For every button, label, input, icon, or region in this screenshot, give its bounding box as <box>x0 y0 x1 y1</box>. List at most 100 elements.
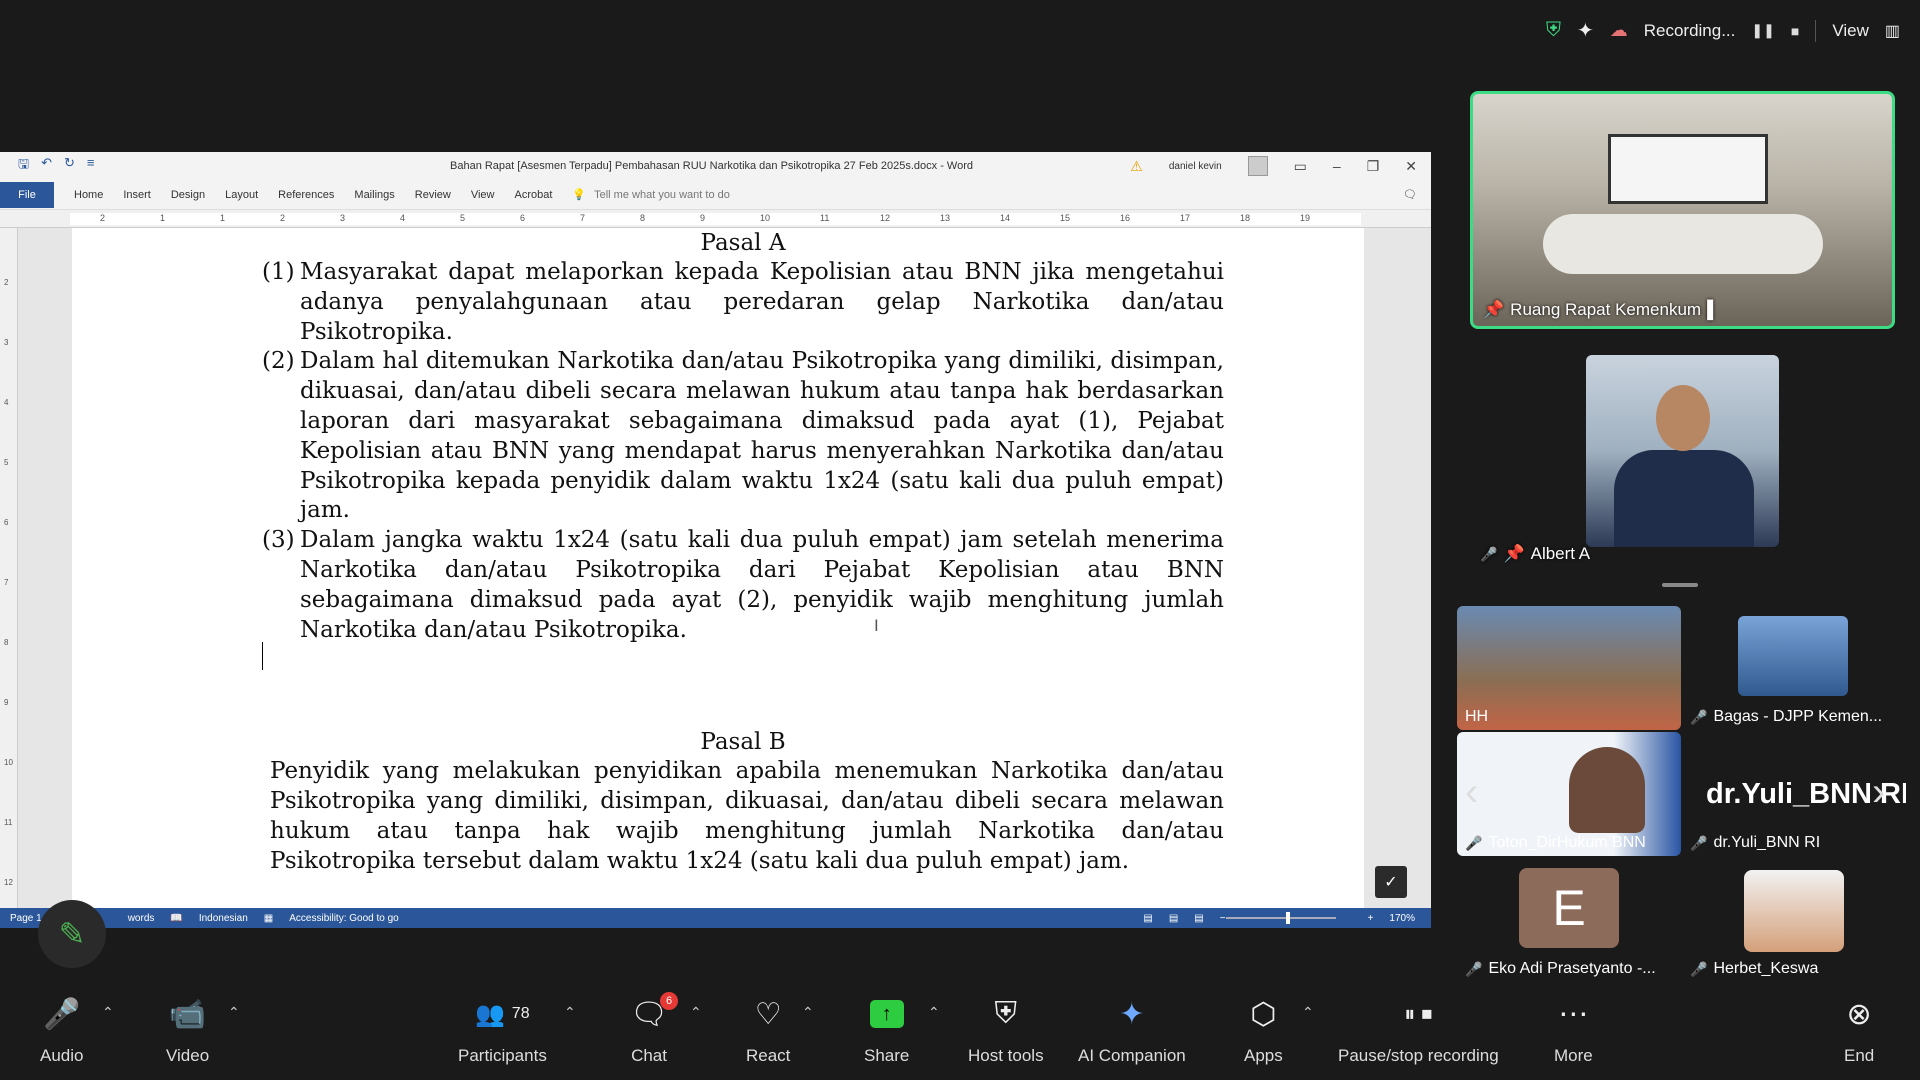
participants-button[interactable]: 👥 78 Participants <box>458 998 547 1066</box>
mic-muted-icon: 🎤 <box>43 997 81 1031</box>
document-page[interactable]: Pasal A (1) Masyarakat dapat melaporkan … <box>72 228 1364 908</box>
restore-icon[interactable]: ❐ <box>1367 158 1380 175</box>
tile-hh[interactable]: HH <box>1457 606 1681 730</box>
view-button[interactable]: View <box>1832 21 1869 41</box>
view-layout-icon[interactable]: ▥ <box>1885 21 1900 41</box>
tile-eko[interactable]: E 🎤 Eko Adi Prasetyanto -... <box>1457 858 1681 982</box>
vertical-ruler[interactable]: 2 3 4 5 6 7 8 9 10 11 12 <box>0 228 18 908</box>
ribbon-display-icon[interactable]: ▭ <box>1294 158 1307 175</box>
room-table <box>1543 214 1823 274</box>
ai-companion-button[interactable]: ✦ AI Companion <box>1078 998 1186 1066</box>
video-main-room[interactable]: 📌 Ruang Rapat Kemenkum ▌ <box>1470 91 1895 329</box>
share-label: Share <box>864 1046 910 1065</box>
document-area[interactable]: Pasal A (1) Masyarakat dapat melaporkan … <box>18 228 1431 908</box>
video-options-caret-icon[interactable]: ⌃ <box>228 1004 240 1021</box>
status-words[interactable]: words <box>128 913 155 924</box>
paragraph-text: Masyarakat dapat melaporkan kepada Kepol… <box>300 259 1224 345</box>
tab-design[interactable]: Design <box>161 189 215 201</box>
shield-icon[interactable]: ⛨ <box>1546 19 1561 42</box>
comments-icon[interactable]: 🗨 <box>1403 188 1417 201</box>
sparkle-icon[interactable]: ✦ <box>1577 18 1594 43</box>
chat-button[interactable]: 🗨 6 Chat <box>630 992 679 1066</box>
chat-icon: 🗨 6 <box>630 992 679 1031</box>
vruler-tick: 7 <box>4 578 9 587</box>
panel-resize-handle[interactable] <box>1662 583 1698 587</box>
annotate-pencil-icon[interactable]: ✎ <box>38 900 106 968</box>
pause-recording-icon[interactable]: ❚❚ <box>1751 22 1774 39</box>
print-layout-icon[interactable]: ▤ <box>1169 913 1178 924</box>
ruler-tick: 17 <box>1180 213 1191 223</box>
react-caret-icon[interactable]: ⌃ <box>802 1004 814 1021</box>
prev-page-arrow-icon[interactable]: ‹ <box>1465 770 1478 815</box>
status-accessibility[interactable]: Accessibility: Good to go <box>289 913 399 924</box>
document-title: Bahan Rapat [Asesmen Terpadu] Pembahasan… <box>450 160 973 172</box>
read-mode-icon[interactable]: ▤ <box>1143 913 1152 924</box>
tile-bagas[interactable]: 🎤 Bagas - DJPP Kemen... <box>1682 606 1906 730</box>
video-button[interactable]: 📹 Video <box>166 998 209 1066</box>
zoom-knob[interactable] <box>1285 912 1290 924</box>
minimize-icon[interactable]: – <box>1333 158 1341 174</box>
ruler-tick: 18 <box>1240 213 1251 223</box>
host-tools-button[interactable]: ⛨ Host tools <box>968 997 1044 1066</box>
paragraph-3: (3) Dalam jangka waktu 1x24 (satu kali d… <box>262 526 1224 645</box>
tile-herbet[interactable]: 🎤 Herbet_Keswa <box>1682 858 1906 982</box>
tab-insert[interactable]: Insert <box>113 189 161 201</box>
status-page[interactable]: Page 1 <box>10 913 42 924</box>
proofing-icon[interactable]: 📖 <box>170 913 182 924</box>
ruler-tick: 13 <box>940 213 951 223</box>
share-button[interactable]: ↑ Share <box>864 998 909 1066</box>
apps-caret-icon[interactable]: ⌃ <box>1302 1004 1314 1021</box>
warning-icon[interactable]: ⚠ <box>1130 158 1143 175</box>
ai-companion-label: AI Companion <box>1078 1046 1186 1065</box>
tab-home[interactable]: Home <box>64 189 113 201</box>
tab-acrobat[interactable]: Acrobat <box>505 189 563 201</box>
tab-layout[interactable]: Layout <box>215 189 268 201</box>
user-name[interactable]: daniel kevin <box>1169 161 1222 172</box>
more-button[interactable]: ⋯ More <box>1554 998 1593 1066</box>
undo-icon[interactable]: ↶ <box>41 155 52 177</box>
heading-pasal-b: Pasal B <box>700 729 786 756</box>
document-content[interactable]: Pasal A (1) Masyarakat dapat melaporkan … <box>262 228 1224 877</box>
stop-recording-icon[interactable]: ■ <box>1791 23 1799 39</box>
tab-references[interactable]: References <box>268 189 344 201</box>
status-language[interactable]: Indonesian <box>199 913 248 924</box>
user-avatar[interactable] <box>1247 156 1268 176</box>
vruler-tick: 9 <box>4 698 9 707</box>
web-layout-icon[interactable]: ▤ <box>1194 913 1203 924</box>
audio-button[interactable]: 🎤 Audio <box>40 998 83 1066</box>
next-page-arrow-icon[interactable]: › <box>1872 770 1885 815</box>
redo-icon[interactable]: ↻ <box>64 155 75 177</box>
horizontal-ruler[interactable]: 2 1 1 2 3 4 5 6 7 8 9 10 11 12 13 14 15 16 17 18 19 <box>0 210 1431 228</box>
chat-caret-icon[interactable]: ⌃ <box>690 1004 702 1021</box>
zoom-slider[interactable] <box>1225 908 1352 928</box>
end-button[interactable]: ⊗ End <box>1844 998 1874 1066</box>
zoom-level[interactable]: 170% <box>1389 913 1415 924</box>
apps-button[interactable]: ⬡ Apps <box>1244 998 1283 1066</box>
participants-count: 78 <box>511 1005 530 1022</box>
blank-space <box>262 645 1224 727</box>
video-albert[interactable]: 🎤 📌 Albert A <box>1470 340 1895 570</box>
macro-icon[interactable]: ▦ <box>264 913 273 924</box>
participants-caret-icon[interactable]: ⌃ <box>564 1004 576 1021</box>
audio-options-caret-icon[interactable]: ⌃ <box>102 1004 114 1021</box>
tab-view[interactable]: View <box>461 189 505 201</box>
react-button[interactable]: ♡ React <box>746 998 790 1066</box>
close-icon[interactable]: ✕ <box>1405 158 1417 175</box>
divider <box>1815 19 1817 42</box>
tile-toton[interactable]: 🎤 Toton_DirHukum BNN <box>1457 732 1681 856</box>
zoom-in-icon[interactable]: + <box>1368 913 1374 924</box>
customize-icon[interactable]: ≡ <box>87 155 95 177</box>
checkmark-icon[interactable]: ✓ <box>1375 866 1407 898</box>
paragraph-number: (2) <box>262 348 295 375</box>
pause-stop-recording-button[interactable]: ⏸ ⏹ Pause/stop recording <box>1338 998 1499 1066</box>
vruler-tick: 2 <box>4 278 9 287</box>
end-call-icon: ⊗ <box>1846 997 1872 1031</box>
tab-mailings[interactable]: Mailings <box>344 189 404 201</box>
tab-review[interactable]: Review <box>405 189 461 201</box>
share-caret-icon[interactable]: ⌃ <box>928 1004 940 1021</box>
muted-mic-icon: 🎤 <box>1465 834 1483 851</box>
save-icon[interactable]: 🖫 <box>18 155 29 177</box>
tell-me-search[interactable]: Tell me what you want to do <box>594 189 730 201</box>
ruler-tick: 8 <box>640 213 646 223</box>
tab-file[interactable]: File <box>0 181 54 208</box>
